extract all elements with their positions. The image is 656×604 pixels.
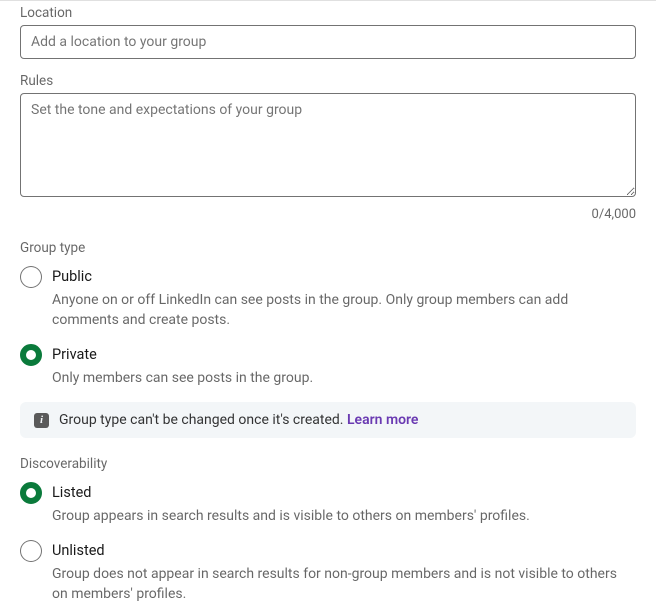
radio-icon[interactable] — [20, 540, 42, 562]
radio-title: Listed — [52, 482, 636, 504]
radio-title: Public — [52, 266, 636, 288]
radio-title: Unlisted — [52, 540, 636, 562]
discoverability-option-listed[interactable]: Listed Group appears in search results a… — [20, 482, 636, 526]
radio-title: Private — [52, 344, 636, 366]
rules-label: Rules — [20, 73, 636, 89]
info-icon: i — [34, 413, 49, 428]
discoverability-option-unlisted[interactable]: Unlisted Group does not appear in search… — [20, 540, 636, 604]
radio-icon[interactable] — [20, 482, 42, 504]
location-label: Location — [20, 5, 636, 21]
radio-icon[interactable] — [20, 344, 42, 366]
radio-desc: Only members can see posts in the group. — [52, 368, 636, 388]
location-input[interactable] — [20, 25, 636, 59]
notice-text: Group type can't be changed once it's cr… — [59, 412, 347, 428]
radio-desc: Group does not appear in search results … — [52, 564, 636, 604]
radio-desc: Group appears in search results and is v… — [52, 506, 636, 526]
group-type-option-public[interactable]: Public Anyone on or off LinkedIn can see… — [20, 266, 636, 330]
discoverability-label: Discoverability — [20, 456, 636, 472]
group-type-label: Group type — [20, 240, 636, 256]
group-type-option-private[interactable]: Private Only members can see posts in th… — [20, 344, 636, 388]
rules-textarea[interactable] — [20, 93, 636, 197]
learn-more-link[interactable]: Learn more — [347, 412, 418, 428]
rules-char-count: 0/4,000 — [20, 207, 636, 222]
group-type-notice: i Group type can't be changed once it's … — [20, 402, 636, 438]
radio-icon[interactable] — [20, 266, 42, 288]
radio-desc: Anyone on or off LinkedIn can see posts … — [52, 290, 636, 330]
